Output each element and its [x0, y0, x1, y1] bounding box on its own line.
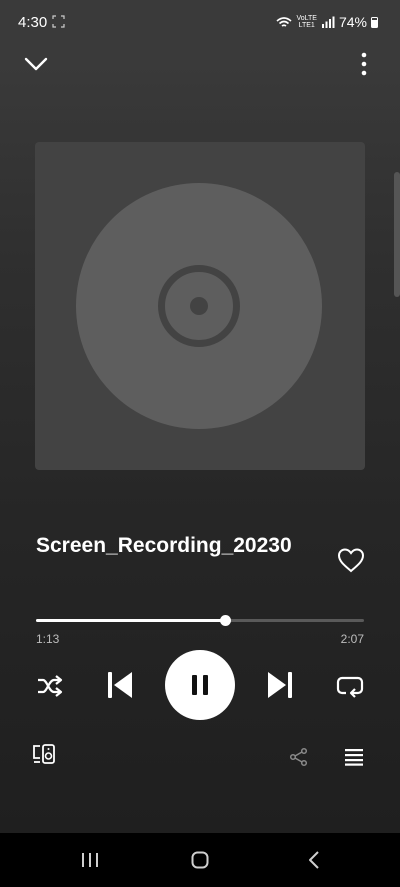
system-nav-bar: [0, 833, 400, 887]
status-bar: 4:30 VoLTE LTE1 74%: [0, 0, 400, 44]
collapse-button[interactable]: [20, 50, 52, 78]
shuffle-button[interactable]: [34, 670, 66, 702]
pause-icon: [192, 675, 208, 695]
previous-button[interactable]: [102, 667, 138, 703]
screenshot-icon: [52, 15, 65, 28]
recent-apps-button[interactable]: [70, 845, 110, 875]
progress-handle[interactable]: [219, 615, 231, 626]
chevron-down-icon: [24, 57, 48, 71]
next-button[interactable]: [262, 667, 298, 703]
more-options-button[interactable]: [350, 49, 378, 79]
devices-button[interactable]: [28, 740, 60, 768]
elapsed-time: 1:13: [36, 632, 60, 646]
battery-icon: [371, 16, 378, 28]
repeat-icon: [336, 676, 364, 698]
signal-icon: [321, 16, 335, 28]
wifi-icon: [276, 16, 292, 27]
disc-hub: [190, 297, 208, 315]
progress-bar[interactable]: [36, 615, 364, 626]
more-vertical-icon: [361, 52, 367, 76]
status-time: 4:30: [18, 14, 48, 31]
track-title: Screen_Recording_20230: [36, 534, 292, 557]
total-duration: 2:07: [340, 632, 364, 646]
volte-indicator: VoLTE LTE1: [296, 15, 317, 29]
like-button[interactable]: [334, 544, 368, 576]
progress-fill: [36, 619, 225, 622]
skip-previous-icon: [108, 672, 132, 698]
connect-device-icon: [33, 744, 55, 764]
network-label: LTE1: [298, 22, 315, 29]
queue-icon: [345, 749, 363, 766]
skip-next-icon: [268, 672, 292, 698]
back-button[interactable]: [294, 845, 334, 875]
shuffle-icon: [38, 675, 63, 697]
repeat-button[interactable]: [334, 670, 366, 702]
scrollbar[interactable]: [394, 172, 400, 297]
home-icon: [191, 851, 209, 869]
recent-apps-icon: [82, 853, 98, 867]
home-button[interactable]: [180, 845, 220, 875]
battery-percent: 74%: [338, 14, 367, 30]
share-button[interactable]: [285, 743, 313, 771]
back-icon: [309, 851, 319, 869]
volte-label: VoLTE: [296, 15, 317, 22]
heart-icon: [337, 547, 365, 572]
queue-button[interactable]: [340, 743, 368, 771]
status-icons: VoLTE LTE1 74%: [276, 14, 378, 30]
album-art: [35, 142, 365, 470]
share-icon: [289, 747, 308, 767]
pause-button[interactable]: [165, 650, 235, 720]
